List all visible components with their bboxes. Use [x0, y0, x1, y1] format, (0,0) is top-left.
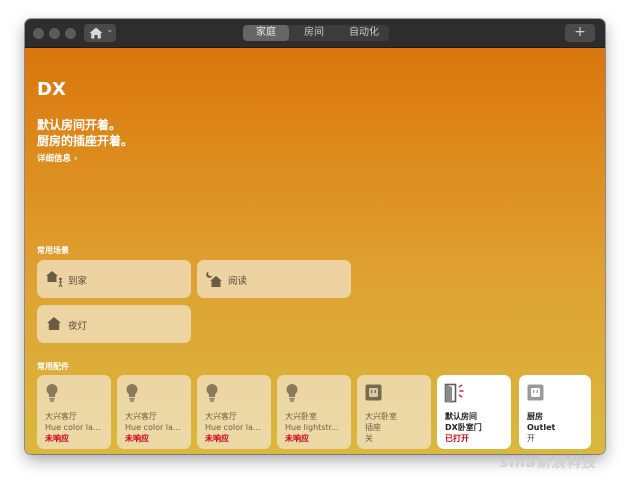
status-line: 默认房间开着。	[37, 118, 122, 132]
lightbulb-icon	[46, 383, 58, 402]
scene-arrive-home[interactable]: 到家	[37, 260, 191, 298]
accessory-tile[interactable]: 默认房间 DX卧室门 已打开	[437, 375, 511, 449]
scene-night-light[interactable]: 夜灯	[37, 305, 191, 343]
lightbulb-icon	[286, 383, 298, 402]
scene-label: 阅读	[228, 276, 248, 287]
accessory-name: Hue color la...	[125, 423, 181, 432]
home-status: 默认房间开着。 厨房的插座开着。	[37, 117, 133, 149]
accessory-tile[interactable]: 大兴客厅 Hue color la... 未响应	[37, 375, 111, 449]
accessory-tile[interactable]: 大兴客厅 Hue color la... 未响应	[197, 375, 271, 449]
tab-automation[interactable]: 自动化	[339, 25, 389, 41]
outlet-icon	[365, 384, 382, 401]
accessory-room: 大兴客厅	[205, 412, 237, 421]
lightbulb-icon	[206, 383, 218, 402]
reading-scene-icon	[206, 271, 222, 287]
scene-label: 到家	[68, 276, 88, 287]
accessory-name: Outlet	[527, 423, 556, 432]
accessory-name: 插座	[365, 423, 381, 432]
scene-reading[interactable]: 阅读	[197, 260, 351, 298]
accessory-state: 未响应	[285, 434, 309, 443]
add-button[interactable]: +	[565, 24, 595, 42]
accessory-name: DX卧室门	[445, 423, 482, 432]
accessory-name: Hue color la...	[205, 423, 261, 432]
home-app-window: ⌄ 家庭 房间 自动化 + DX 默认房间开着。 厨房的插座开着。 详细信息 ›…	[25, 19, 605, 454]
accessory-room: 大兴卧室	[285, 412, 317, 421]
accessory-state: 未响应	[45, 434, 69, 443]
accessory-state: 未响应	[205, 434, 229, 443]
accessory-name: Hue lightstr...	[285, 423, 339, 432]
accessory-room: 大兴卧室	[365, 412, 397, 421]
home-name: DX	[37, 79, 66, 100]
accessory-tile[interactable]: 大兴卧室 插座 关	[357, 375, 431, 449]
favorite-scenes-header: 常用场景	[37, 246, 69, 255]
watermark-logo: sina新浪科技	[500, 455, 597, 471]
accessory-tile[interactable]: 厨房 Outlet 开	[519, 375, 591, 449]
chevron-down-icon: ⌄	[106, 25, 114, 35]
status-line: 厨房的插座开着。	[37, 134, 134, 148]
accessory-tile[interactable]: 大兴客厅 Hue color la... 未响应	[117, 375, 191, 449]
arrive-home-icon	[46, 271, 63, 288]
accessory-room: 大兴客厅	[125, 412, 157, 421]
zoom-window-button[interactable]	[65, 28, 76, 39]
tab-rooms[interactable]: 房间	[289, 25, 339, 41]
home-icon	[89, 27, 103, 39]
close-window-button[interactable]	[33, 28, 44, 39]
accessory-room: 大兴客厅	[45, 412, 77, 421]
title-bar: ⌄ 家庭 房间 自动化 +	[25, 19, 605, 48]
minimize-window-button[interactable]	[49, 28, 60, 39]
accessory-state: 开	[527, 434, 535, 443]
home-menu-button[interactable]: ⌄	[84, 24, 116, 42]
accessory-room: 厨房	[527, 412, 543, 421]
favorite-accessories-header: 常用配件	[37, 362, 69, 371]
view-segmented-control: 家庭 房间 自动化	[243, 25, 389, 41]
accessory-room: 默认房间	[445, 412, 477, 421]
scene-label: 夜灯	[68, 321, 88, 332]
door-open-icon	[444, 383, 464, 403]
accessory-state: 未响应	[125, 434, 149, 443]
lightbulb-icon	[126, 383, 138, 402]
accessory-tile[interactable]: 大兴卧室 Hue lightstr... 未响应	[277, 375, 351, 449]
night-light-icon	[47, 317, 61, 330]
accessory-name: Hue color la...	[45, 423, 101, 432]
details-link[interactable]: 详细信息 ›	[37, 152, 77, 164]
outlet-icon	[527, 384, 544, 401]
accessory-state: 关	[365, 434, 373, 443]
accessory-state: 已打开	[445, 434, 469, 443]
tab-home[interactable]: 家庭	[243, 25, 289, 41]
